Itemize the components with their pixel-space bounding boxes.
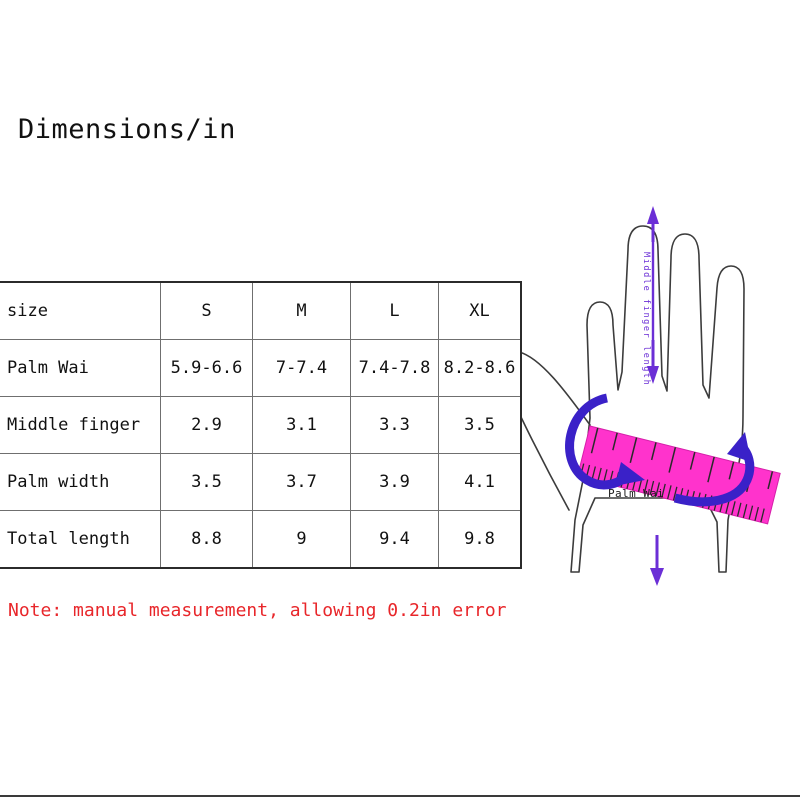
table-row: Middle finger 2.9 3.1 3.3 3.5: [0, 396, 521, 454]
cell-middle-finger-m: 3.1: [252, 396, 351, 454]
measurement-note: Note: manual measurement, allowing 0.2in…: [8, 600, 507, 621]
cell-middle-finger-s: 2.9: [160, 396, 253, 454]
palm-wai-label: Palm Wai: [608, 487, 665, 500]
cell-palm-width-m: 3.7: [252, 453, 351, 511]
cell-total-length-s: 8.8: [160, 510, 253, 568]
cell-total-length-xl: 9.8: [438, 510, 521, 568]
cell-palm-wai-s: 5.9-6.6: [160, 339, 253, 397]
row-label-middle-finger: Middle finger: [0, 396, 161, 454]
row-label-palm-width: Palm width: [0, 453, 161, 511]
cell-palm-width-l: 3.9: [350, 453, 439, 511]
header-cell-l: L: [350, 282, 439, 340]
size-chart-table-body: size S M L XL Palm Wai 5.9-6.6 7-7.4 7.4…: [0, 282, 521, 568]
cell-palm-width-xl: 4.1: [438, 453, 521, 511]
table-row: Palm width 3.5 3.7 3.9 4.1: [0, 453, 521, 511]
header-cell-size: size: [0, 282, 161, 340]
cell-palm-width-s: 3.5: [160, 453, 253, 511]
cell-palm-wai-m: 7-7.4: [252, 339, 351, 397]
cell-total-length-l: 9.4: [350, 510, 439, 568]
cell-palm-wai-l: 7.4-7.8: [350, 339, 439, 397]
bottom-divider: [0, 795, 800, 797]
row-label-palm-wai: Palm Wai: [0, 339, 161, 397]
cell-palm-wai-xl: 8.2-8.6: [438, 339, 521, 397]
size-chart-page: Dimensions/in Middle finger length Palm …: [0, 0, 800, 800]
hand-measurement-diagram: [495, 180, 800, 600]
table-header-row: size S M L XL: [0, 282, 521, 340]
cell-total-length-m: 9: [252, 510, 351, 568]
table-row: Total length 8.8 9 9.4 9.8: [0, 510, 521, 568]
cell-middle-finger-xl: 3.5: [438, 396, 521, 454]
size-chart-table: size S M L XL Palm Wai 5.9-6.6 7-7.4 7.4…: [0, 281, 522, 569]
table-row: Palm Wai 5.9-6.6 7-7.4 7.4-7.8 8.2-8.6: [0, 339, 521, 397]
header-cell-s: S: [160, 282, 253, 340]
hand-outline-icon: [499, 225, 745, 573]
page-title: Dimensions/in: [18, 114, 236, 145]
arrow-down-icon: [650, 535, 664, 586]
cell-middle-finger-l: 3.3: [350, 396, 439, 454]
row-label-total-length: Total length: [0, 510, 161, 568]
middle-finger-length-label: Middle finger length: [641, 252, 651, 387]
header-cell-m: M: [252, 282, 351, 340]
header-cell-xl: XL: [438, 282, 521, 340]
